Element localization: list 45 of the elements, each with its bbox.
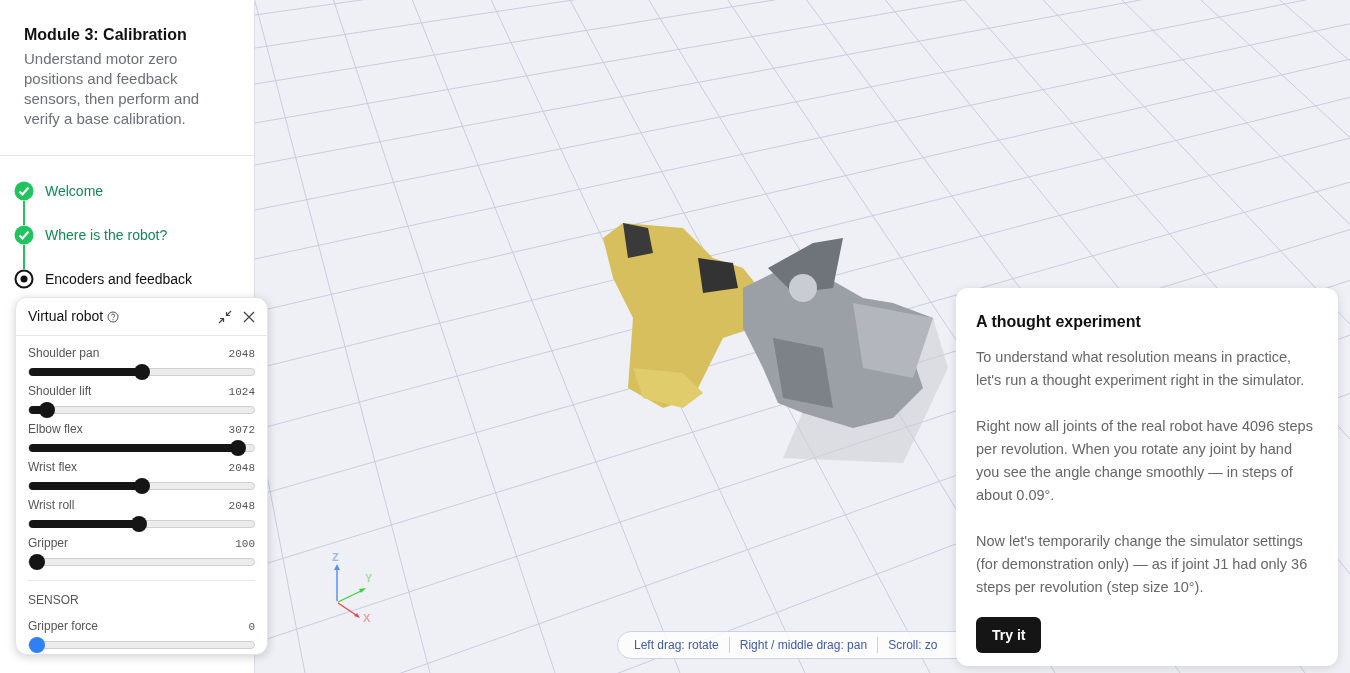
slider-reading: 100 (235, 536, 255, 552)
slider-reading: 1024 (228, 384, 255, 400)
slider-reading: 2048 (228, 460, 255, 476)
card-title: A thought experiment (976, 312, 1142, 332)
slider-label: Shoulder pan (28, 345, 100, 362)
x-axis-arrow (337, 602, 360, 618)
step-link[interactable]: Encoders and feedback (45, 270, 193, 288)
slider-thumb[interactable] (133, 364, 150, 380)
slider-label: Elbow flex (28, 421, 83, 438)
control-hint: Right / middle drag: pan (739, 637, 868, 654)
collapse-icon[interactable] (218, 309, 232, 324)
slider-thumb[interactable] (29, 637, 45, 653)
control-hint: Scroll: zo (888, 637, 938, 654)
help-icon[interactable] (107, 310, 120, 323)
slider-thumb[interactable] (131, 516, 148, 532)
axis-label: Y (365, 572, 373, 584)
card-paragraph: Right now all joints of the real robot have 4096 steps per revolution. When you rotate any joint by hand you see the angle change smoothly — in steps of about 0.09°. (976, 417, 1314, 505)
slider-thumb[interactable] (230, 440, 247, 456)
panel-title: Virtual robot (28, 307, 104, 326)
slider-reading: 3072 (228, 422, 255, 438)
slider-thumb[interactable] (133, 478, 150, 494)
try-it-button[interactable]: Try it (976, 617, 1042, 653)
slider-reading: 2048 (228, 498, 255, 514)
slider-thumb[interactable] (29, 554, 45, 570)
module-description: Understand motor zero positions and feedback sensors, then perform and verify a base calibration. (24, 49, 201, 129)
slider-label: Wrist flex (28, 459, 78, 476)
slider-label: Shoulder lift (28, 383, 92, 400)
axis-label: Z (332, 551, 339, 563)
module-title: Module 3: Calibration (24, 25, 188, 45)
step-link[interactable]: Welcome (45, 182, 104, 200)
z-axis-arrow (334, 564, 340, 602)
control-hint: Left drag: rotate (634, 637, 719, 654)
axis-label: X (363, 612, 371, 624)
card-paragraph: To understand what resolution means in practice, let's run a thought experiment right in the simulator. (976, 348, 1306, 390)
slider-thumb[interactable] (39, 402, 55, 418)
slider-reading: 0 (248, 619, 255, 635)
slider-label: Gripper force (28, 618, 99, 635)
step-link[interactable]: Where is the robot? (45, 226, 168, 244)
slider-reading: 2048 (228, 346, 255, 362)
card-paragraph: Now let's temporarily change the simulator settings (for demonstration only) — as if joint J1 had only 36 steps per revolution (step size 10°). (976, 532, 1309, 597)
slider-label: Wrist roll (28, 497, 75, 514)
slider-label: Gripper (28, 535, 68, 552)
close-icon[interactable] (243, 310, 255, 323)
section-heading: SENSOR (27, 592, 80, 609)
y-axis-arrow (337, 588, 366, 603)
